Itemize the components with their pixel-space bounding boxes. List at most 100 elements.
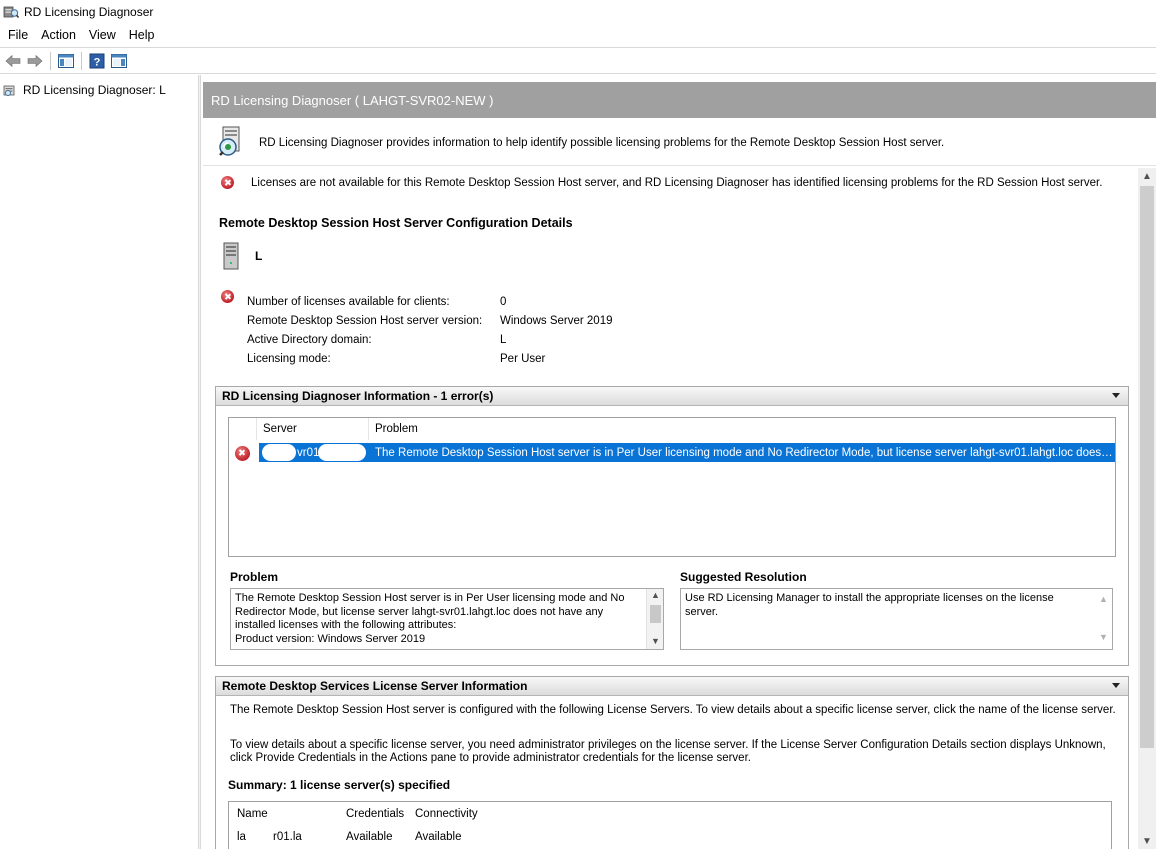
svg-text:?: ? <box>94 57 101 69</box>
scroll-down-icon[interactable]: ▼ <box>647 635 663 649</box>
error-list: Server Problem vr01 The Remote Desktop S… <box>228 417 1116 557</box>
diagnoser-large-icon <box>219 126 240 156</box>
detail-value: Per User <box>500 353 546 365</box>
column-header-icon[interactable] <box>229 418 257 440</box>
license-server-summary: Summary: 1 license server(s) specified <box>228 778 451 792</box>
help-button[interactable]: ? <box>87 51 107 71</box>
suggested-resolution-title: Suggested Resolution <box>680 570 807 584</box>
license-server-name-suffix[interactable]: r01.la <box>273 831 302 843</box>
menu-file[interactable]: File <box>2 28 35 42</box>
error-icon <box>235 446 250 461</box>
resolution-scrollbar[interactable]: ▲ ▼ <box>1095 589 1112 649</box>
toolbar-separator <box>81 52 82 70</box>
scroll-up-icon[interactable]: ▲ <box>1138 168 1156 184</box>
pane-splitter[interactable] <box>198 75 201 849</box>
problem-textbox[interactable]: The Remote Desktop Session Host server i… <box>230 588 664 650</box>
problem-scrollbar[interactable]: ▲ ▼ <box>646 589 663 649</box>
note-line: To view details about a specific license… <box>230 739 1106 751</box>
error-icon <box>221 290 234 303</box>
detail-label: Number of licenses available for clients… <box>247 296 450 308</box>
problem-line: installed licenses with the following at… <box>235 619 457 631</box>
resolution-line: Use RD Licensing Manager to install the … <box>685 592 1054 604</box>
diagnoser-info-title: RD Licensing Diagnoser Information - 1 e… <box>222 389 494 403</box>
scroll-thumb[interactable] <box>650 605 661 623</box>
toolbar: ? <box>0 50 129 72</box>
scroll-up-icon[interactable]: ▲ <box>1095 593 1112 607</box>
server-icon <box>223 242 239 270</box>
problem-line: Redirector Mode, but license server lahg… <box>235 605 604 618</box>
server-name: L <box>255 249 263 263</box>
tree-item-label: RD Licensing Diagnoser: L <box>23 83 166 97</box>
detail-label: Active Directory domain: <box>247 334 372 346</box>
resolution-line: server. <box>685 605 719 618</box>
resolution-textbox[interactable]: Use RD Licensing Manager to install the … <box>680 588 1113 650</box>
license-server-table: Name Credentials Connectivity la r01.la … <box>228 801 1112 849</box>
detail-value: L <box>500 334 507 346</box>
license-server-title: Remote Desktop Services License Server I… <box>222 679 528 693</box>
menu-action[interactable]: Action <box>35 28 83 42</box>
title-bar: RD Licensing Diagnoser <box>0 0 1156 24</box>
back-button[interactable] <box>3 51 23 71</box>
scroll-down-icon[interactable]: ▼ <box>1138 833 1156 849</box>
help-icon: ? <box>89 53 105 69</box>
main-header: RD Licensing Diagnoser ( LAHGT-SVR02-NEW… <box>203 82 1156 118</box>
error-icon <box>221 176 234 189</box>
detail-value: 0 <box>500 296 507 308</box>
forward-arrow-icon <box>27 54 43 68</box>
menu-divider <box>0 47 1156 48</box>
license-server-name[interactable]: la <box>237 831 246 843</box>
collapse-icon[interactable] <box>1112 393 1120 398</box>
problem-title: Problem <box>230 570 279 584</box>
menu-bar: File Action View Help <box>0 25 162 45</box>
forward-button[interactable] <box>25 51 45 71</box>
redaction-mark <box>318 444 366 461</box>
column-header-connectivity[interactable]: Connectivity <box>415 808 478 820</box>
scroll-up-icon[interactable]: ▲ <box>647 589 663 603</box>
problem-line: The Remote Desktop Session Host server i… <box>235 592 625 604</box>
intro-banner: RD Licensing Diagnoser provides informat… <box>203 120 1156 166</box>
diagnoser-info-section: RD Licensing Diagnoser Information - 1 e… <box>215 386 1129 666</box>
show-hide-action-pane-button[interactable] <box>109 51 129 71</box>
rd-licensing-diagnoser-icon <box>3 85 15 96</box>
license-server-header[interactable]: Remote Desktop Services License Server I… <box>216 677 1128 696</box>
error-row[interactable]: vr01 The Remote Desktop Session Host ser… <box>259 443 1115 462</box>
problem-line: Product version: Windows Server 2019 <box>235 632 426 645</box>
toolbar-divider <box>0 73 1156 74</box>
status-line: Licenses are not available for this Remo… <box>221 176 1102 189</box>
rd-licensing-app-icon <box>3 4 20 20</box>
show-hide-console-tree-button[interactable] <box>56 51 76 71</box>
scroll-down-icon[interactable]: ▼ <box>1095 631 1112 645</box>
show-hide-action-pane-icon <box>111 54 127 68</box>
redaction-mark <box>262 444 296 461</box>
note-line: click Provide Credentials in the Actions… <box>230 752 751 764</box>
toolbar-separator <box>50 52 51 70</box>
show-hide-console-tree-icon <box>58 54 74 68</box>
detail-value: Windows Server 2019 <box>500 315 613 327</box>
detail-label: Remote Desktop Session Host server versi… <box>247 315 483 327</box>
tree-item-rd-licensing-diagnoser[interactable]: RD Licensing Diagnoser: L <box>3 81 173 99</box>
window-title: RD Licensing Diagnoser <box>24 5 154 19</box>
status-text: Licenses are not available for this Remo… <box>251 176 1103 189</box>
main-scrollbar[interactable]: ▲ ▼ <box>1138 168 1156 849</box>
detail-label: Licensing mode: <box>247 353 331 365</box>
intro-text: RD Licensing Diagnoser provides informat… <box>259 136 945 149</box>
back-arrow-icon <box>5 54 21 68</box>
report-content: Licenses are not available for this Remo… <box>203 168 1139 849</box>
menu-view[interactable]: View <box>83 28 123 42</box>
scroll-thumb[interactable] <box>1140 186 1154 748</box>
license-server-section: Remote Desktop Services License Server I… <box>215 676 1129 849</box>
column-header-problem[interactable]: Problem <box>369 418 1115 440</box>
diagnoser-info-header[interactable]: RD Licensing Diagnoser Information - 1 e… <box>216 387 1128 406</box>
column-header-server[interactable]: Server <box>257 418 369 440</box>
column-header-name[interactable]: Name <box>237 808 268 820</box>
server-row: L <box>221 242 262 270</box>
license-server-credentials[interactable]: Available <box>346 831 392 843</box>
main-pane: RD Licensing Diagnoser ( LAHGT-SVR02-NEW… <box>203 82 1156 849</box>
column-header-credentials[interactable]: Credentials <box>346 808 404 820</box>
error-row-problem: The Remote Desktop Session Host server i… <box>375 446 1115 459</box>
license-server-intro: The Remote Desktop Session Host server i… <box>230 704 1116 716</box>
license-server-connectivity: Available <box>415 831 462 843</box>
menu-help[interactable]: Help <box>123 28 162 42</box>
license-server-note: To view details about a specific license… <box>230 739 1106 765</box>
collapse-icon[interactable] <box>1112 683 1120 688</box>
